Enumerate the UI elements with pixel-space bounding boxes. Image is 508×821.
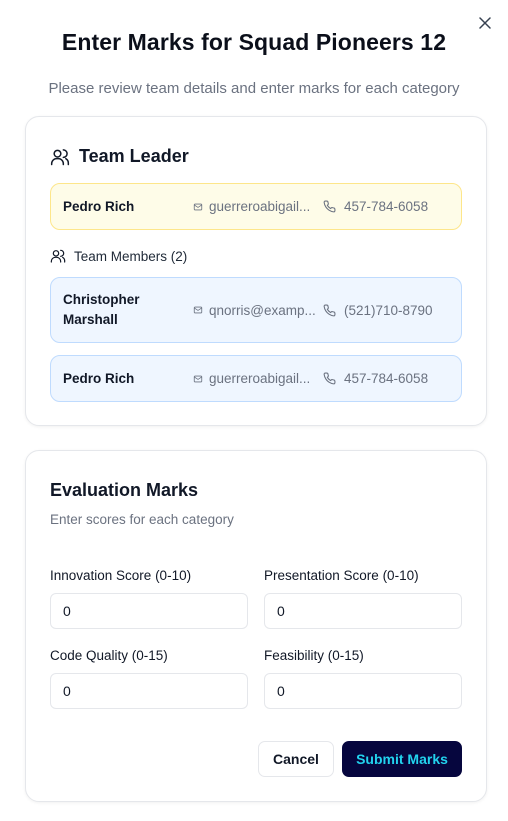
mail-icon [193, 374, 203, 384]
dialog-title: Enter Marks for Squad Pioneers 12 [61, 29, 447, 55]
leader-email: guerreroabigail... [193, 199, 323, 214]
feasibility-label: Feasibility (0-15) [264, 648, 364, 663]
member-name: Pedro Rich [63, 370, 135, 386]
presentation-score-label: Presentation Score (0-10) [264, 568, 419, 583]
code-quality-input[interactable] [50, 673, 248, 709]
feasibility-input[interactable] [264, 673, 462, 709]
member-name: Christopher Marshall [63, 292, 140, 327]
member-email: guerreroabigail... [193, 371, 323, 386]
innovation-score-field: Innovation Score (0-10) [50, 568, 248, 629]
enter-marks-dialog: Enter Marks for Squad Pioneers 12 Please… [0, 0, 508, 821]
mail-icon [193, 202, 203, 212]
evaluation-card: Evaluation Marks Enter scores for each c… [25, 450, 487, 802]
mail-icon [193, 305, 203, 315]
member-row: Pedro Rich guerreroabigail... 457-784-60… [50, 355, 462, 402]
team-members-label: Team Members (2) [74, 248, 188, 264]
phone-icon [323, 304, 336, 317]
submit-marks-button[interactable]: Submit Marks [342, 741, 462, 777]
evaluation-title: Evaluation Marks [50, 480, 199, 500]
code-quality-label: Code Quality (0-15) [50, 648, 168, 663]
close-icon [479, 17, 491, 29]
member-phone: (521)710-8790 [323, 303, 433, 318]
leader-row: Pedro Rich guerreroabigail... 457-784-60… [50, 183, 462, 230]
evaluation-subtitle: Enter scores for each category [50, 512, 234, 527]
users-icon [50, 147, 70, 167]
team-leader-heading: Team Leader [50, 146, 189, 167]
team-details-card: Team Leader Pedro Rich guerreroabigail..… [25, 116, 487, 426]
member-phone: 457-784-6058 [323, 371, 428, 386]
code-quality-field: Code Quality (0-15) [50, 648, 248, 709]
team-members-heading: Team Members (2) [50, 248, 187, 264]
cancel-button[interactable]: Cancel [258, 741, 334, 777]
feasibility-field: Feasibility (0-15) [264, 648, 462, 709]
presentation-score-field: Presentation Score (0-10) [264, 568, 462, 629]
phone-icon [323, 200, 336, 213]
team-leader-label: Team Leader [79, 146, 189, 166]
dialog-subtitle: Please review team details and enter mar… [48, 80, 460, 97]
presentation-score-input[interactable] [264, 593, 462, 629]
innovation-score-label: Innovation Score (0-10) [50, 568, 192, 583]
innovation-score-input[interactable] [50, 593, 248, 629]
leader-phone: 457-784-6058 [323, 199, 428, 214]
member-email: qnorris@examp... [193, 303, 323, 318]
member-row: Christopher Marshall qnorris@examp... (5… [50, 277, 462, 343]
leader-name: Pedro Rich [63, 198, 135, 214]
phone-icon [323, 372, 336, 385]
users-icon [50, 248, 66, 264]
